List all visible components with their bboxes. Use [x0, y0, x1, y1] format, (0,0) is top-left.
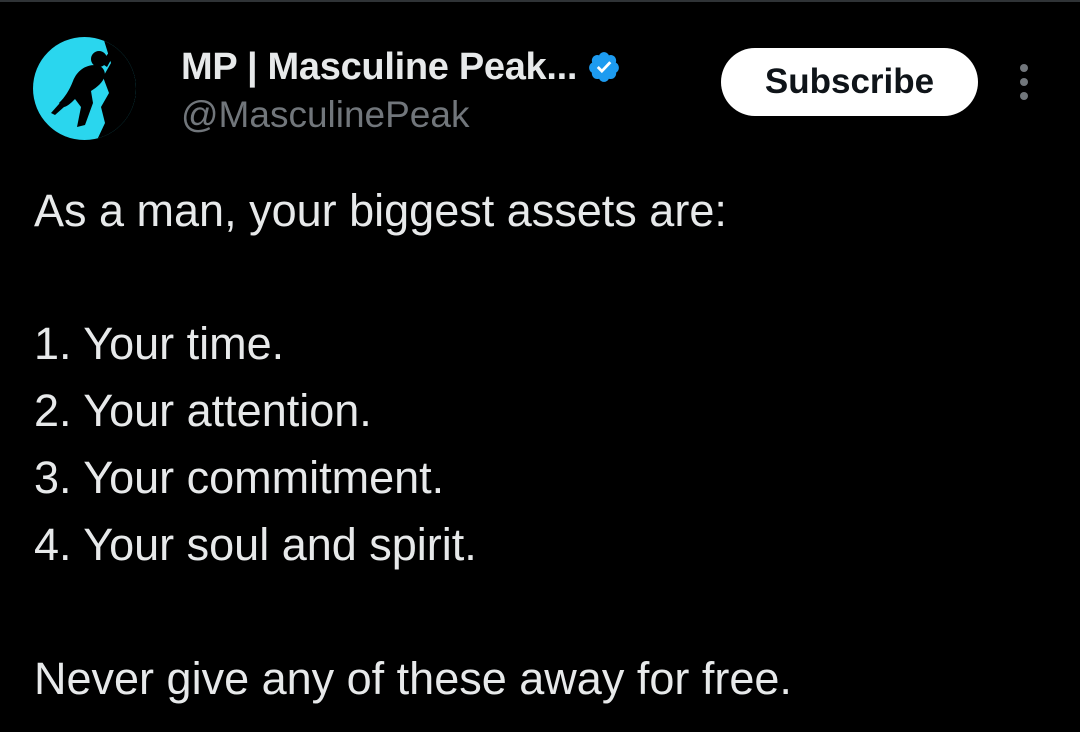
list-item: 2. Your attention. [34, 385, 372, 436]
more-dot [1020, 64, 1028, 72]
author-display-name[interactable]: MP | Masculine Peak... [181, 46, 577, 89]
more-dot [1020, 92, 1028, 100]
list-item: 1. Your time. [34, 318, 285, 369]
verified-badge-icon [587, 50, 621, 84]
avatar[interactable] [33, 37, 136, 140]
more-vertical-icon[interactable] [1012, 64, 1036, 100]
more-dot [1020, 78, 1028, 86]
tweet-intro: As a man, your biggest assets are: [34, 185, 727, 236]
author-handle[interactable]: @MasculinePeak [181, 94, 621, 136]
author-name-row: MP | Masculine Peak... [181, 44, 621, 90]
subscribe-button[interactable]: Subscribe [721, 48, 978, 116]
author-info: MP | Masculine Peak... @MasculinePeak [181, 44, 621, 136]
list-item: 3. Your commitment. [34, 452, 445, 503]
list-item: 4. Your soul and spirit. [34, 519, 477, 570]
tweet-closing: Never give any of these away for free. [34, 653, 792, 704]
tweet-card: MP | Masculine Peak... @MasculinePeak Su… [0, 0, 1080, 732]
climber-silhouette-icon [51, 37, 136, 140]
